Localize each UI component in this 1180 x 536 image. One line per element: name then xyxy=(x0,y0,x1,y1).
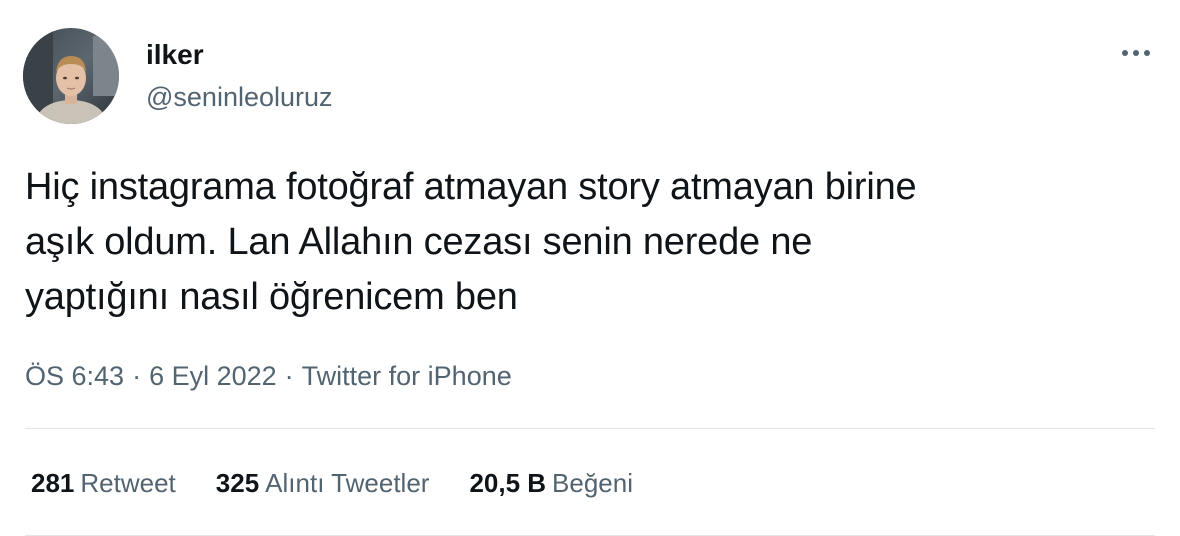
quote-tweets-stat[interactable]: 325 Alıntı Tweetler xyxy=(216,465,430,501)
more-horizontal-icon xyxy=(1122,50,1150,56)
tweet-metadata: ÖS 6:43 · 6 Eyl 2022 · Twitter for iPhone xyxy=(25,358,512,394)
likes-count: 20,5 B xyxy=(469,468,547,498)
meta-separator: · xyxy=(284,361,294,391)
user-handle[interactable]: @seninleoluruz xyxy=(146,80,333,114)
tweet-text: Hiç instagrama fotoğraf atmayan story at… xyxy=(25,160,1135,325)
avatar[interactable] xyxy=(23,28,119,124)
retweets-count: 281 xyxy=(31,468,75,498)
tweet-text-line: yaptığını nasıl öğrenicem ben xyxy=(25,276,518,318)
avatar-photo xyxy=(23,28,119,124)
likes-label: Beğeni xyxy=(552,468,634,498)
tweet-source-link[interactable]: Twitter for iPhone xyxy=(302,361,512,391)
retweets-stat[interactable]: 281 Retweet xyxy=(31,465,176,501)
tweet-card: ilker @seninleoluruz Hiç instagrama foto… xyxy=(0,0,1180,536)
tweet-text-line: aşık oldum. Lan Allahın cezası senin ner… xyxy=(25,221,813,263)
tweet-stats: 281 Retweet 325 Alıntı Tweetler 20,5 B Beğe… xyxy=(31,465,673,501)
tweet-date-link[interactable]: 6 Eyl 2022 xyxy=(149,361,277,391)
quote-tweets-label: Alıntı Tweetler xyxy=(265,468,430,498)
likes-stat[interactable]: 20,5 B Beğeni xyxy=(469,465,633,501)
tweet-time-link[interactable]: ÖS 6:43 xyxy=(25,361,124,391)
retweets-label: Retweet xyxy=(80,468,176,498)
more-options-button[interactable] xyxy=(1118,38,1154,68)
meta-separator: · xyxy=(132,361,142,391)
divider xyxy=(25,428,1155,429)
display-name[interactable]: ilker xyxy=(146,38,204,72)
tweet-text-line: Hiç instagrama fotoğraf atmayan story at… xyxy=(25,166,917,208)
quote-tweets-count: 325 xyxy=(215,468,260,498)
